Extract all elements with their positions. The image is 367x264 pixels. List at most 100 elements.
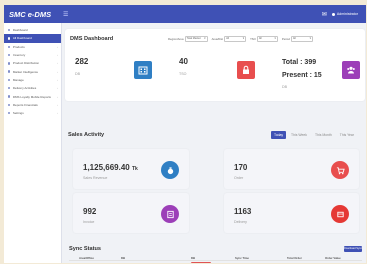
manage-icon — [8, 78, 11, 82]
tab-this-year[interactable]: This Year — [337, 131, 357, 139]
chevron-down-icon: ▾ — [309, 37, 311, 40]
sidebar-item-dashboard[interactable]: Dashboard — [4, 26, 61, 34]
dms-dashboard-card: DMS Dashboard Region/Area Total Market ▾ … — [65, 29, 365, 101]
delivery-label: Delivery — [234, 220, 247, 224]
sales-revenue-card: 1,125,669.40 Tk Sales Revenue — [73, 149, 189, 189]
users-icon — [342, 61, 360, 79]
column-header[interactable]: Total Order — [287, 256, 325, 260]
building-icon — [134, 61, 152, 79]
invoice-icon — [161, 205, 179, 223]
report-icon — [8, 103, 11, 107]
period-tabs: Today This Week This Month This Year — [271, 131, 359, 139]
sync-table: Area/Office DB DB Sync Time Total Order … — [69, 255, 362, 263]
cart-icon — [331, 161, 349, 179]
sidebar-item-manage[interactable]: Manage › — [4, 76, 61, 84]
menu-toggle-icon[interactable]: ☰ — [63, 11, 68, 18]
present-count: Present : 15 — [282, 72, 322, 79]
tso-select[interactable]: All ▾ — [256, 36, 278, 42]
sidebar-item-loyalty[interactable]: DMS Loyalty Mobile Reports › — [4, 92, 61, 100]
status-badge — [191, 261, 211, 263]
sidebar-item-settings[interactable]: Settings › — [4, 109, 61, 117]
invoice-label: Invoice — [83, 220, 95, 224]
chevron-right-icon: › — [57, 53, 58, 58]
dashboard-icon — [8, 28, 11, 32]
chevron-right-icon: › — [57, 86, 58, 91]
mobile-icon — [8, 95, 11, 98]
invoice-card: 992 Invoice — [73, 193, 189, 233]
box-icon — [8, 45, 11, 48]
sidebar-item-market[interactable]: Market Intelligence › — [4, 67, 61, 75]
filter-label: Period — [281, 36, 290, 41]
present-label: DB — [282, 85, 287, 89]
chevron-down-icon: ▾ — [204, 37, 206, 40]
period-select[interactable]: All ▾ — [290, 36, 313, 42]
total-count: Total : 399 — [282, 59, 317, 66]
sidebar-item-products[interactable]: Products › — [4, 43, 61, 51]
chevron-right-icon: › — [57, 44, 58, 49]
main-content: DMS Dashboard Region/Area Total Market ▾ … — [62, 23, 366, 263]
filter-label: TSO — [250, 36, 256, 41]
chart-icon — [8, 70, 11, 73]
area-select[interactable]: All ▾ — [224, 36, 247, 42]
chevron-right-icon: › — [57, 102, 58, 107]
delivery-value: 1163 — [234, 207, 252, 216]
sidebar-item-delivery[interactable]: Delivery Activities › — [4, 84, 61, 92]
inventory-icon — [8, 53, 11, 57]
order-value: 170 — [234, 163, 248, 172]
gear-icon — [8, 111, 11, 115]
order-label: Order — [234, 176, 244, 180]
top-navbar: SMC e-DMS ☰ ✉ Administrator — [4, 5, 366, 23]
column-header[interactable]: DB — [191, 256, 235, 260]
dashboard-icon — [8, 37, 11, 40]
sync-status-title: Sync Status — [69, 246, 102, 252]
chevron-right-icon: › — [57, 111, 58, 116]
sidebar: Dashboard All Dashboard Products › Invent… — [4, 23, 62, 263]
lock-icon — [237, 61, 255, 79]
sidebar-item-inventory[interactable]: Inventory › — [4, 51, 61, 59]
filter-label: Region/Area — [168, 36, 184, 41]
sales-revenue-label: Sales Revenue — [83, 176, 108, 180]
truck-icon — [8, 87, 11, 90]
chevron-down-icon: ▾ — [274, 37, 276, 40]
chevron-right-icon: › — [57, 69, 58, 74]
tab-this-week[interactable]: This Week — [288, 131, 310, 139]
tso-count: 40 — [179, 57, 188, 66]
db-count: 282 — [75, 57, 89, 66]
chevron-right-icon: › — [57, 77, 58, 82]
user-avatar-icon — [331, 12, 335, 16]
order-card: 170 Order — [224, 149, 359, 189]
distribution-icon — [8, 62, 11, 65]
chevron-right-icon: › — [57, 61, 58, 66]
sidebar-item-distribution[interactable]: Product Distribution › — [4, 59, 61, 67]
tab-today[interactable]: Today — [271, 131, 287, 139]
app-window: SMC e-DMS ☰ ✉ Administrator Dashboard Al… — [4, 5, 366, 263]
sales-revenue-value: 1,125,669.40 Tk — [83, 163, 138, 172]
region-select[interactable]: Total Market ▾ — [184, 36, 208, 42]
page-title: DMS Dashboard — [70, 36, 114, 42]
table-cell — [191, 261, 235, 263]
chevron-down-icon: ▾ — [242, 37, 245, 40]
invoice-value: 992 — [83, 207, 97, 216]
filter-label: Area/Dist — [211, 36, 224, 41]
delivery-box-icon — [331, 205, 349, 223]
tso-label: TSO — [179, 72, 187, 76]
user-name: Administrator — [336, 12, 358, 16]
brand-logo[interactable]: SMC e-DMS — [4, 10, 62, 19]
column-header[interactable]: DB — [121, 256, 191, 260]
column-header[interactable]: Area/Office — [69, 256, 121, 260]
download-sync-button[interactable]: Download Sync — [344, 246, 362, 252]
money-bag-icon — [161, 161, 179, 179]
sales-activity-title: Sales Activity — [68, 132, 105, 138]
notification-icon[interactable]: ✉ — [322, 11, 327, 18]
sidebar-item-all-dashboard[interactable]: All Dashboard — [4, 34, 61, 43]
db-label: DB — [75, 72, 80, 76]
column-header[interactable]: Order Value — [325, 256, 362, 260]
column-header[interactable]: Sync Time — [235, 256, 287, 260]
tab-this-month[interactable]: This Month — [312, 131, 335, 139]
filter-bar: Region/Area Total Market ▾ Area/Dist All ▾… — [168, 36, 317, 42]
table-row — [69, 261, 362, 263]
user-menu[interactable]: Administrator — [331, 12, 358, 16]
chevron-right-icon: › — [57, 94, 58, 99]
sidebar-item-reports[interactable]: Reports Financials › — [4, 101, 61, 109]
delivery-card: 1163 Delivery — [224, 193, 359, 233]
